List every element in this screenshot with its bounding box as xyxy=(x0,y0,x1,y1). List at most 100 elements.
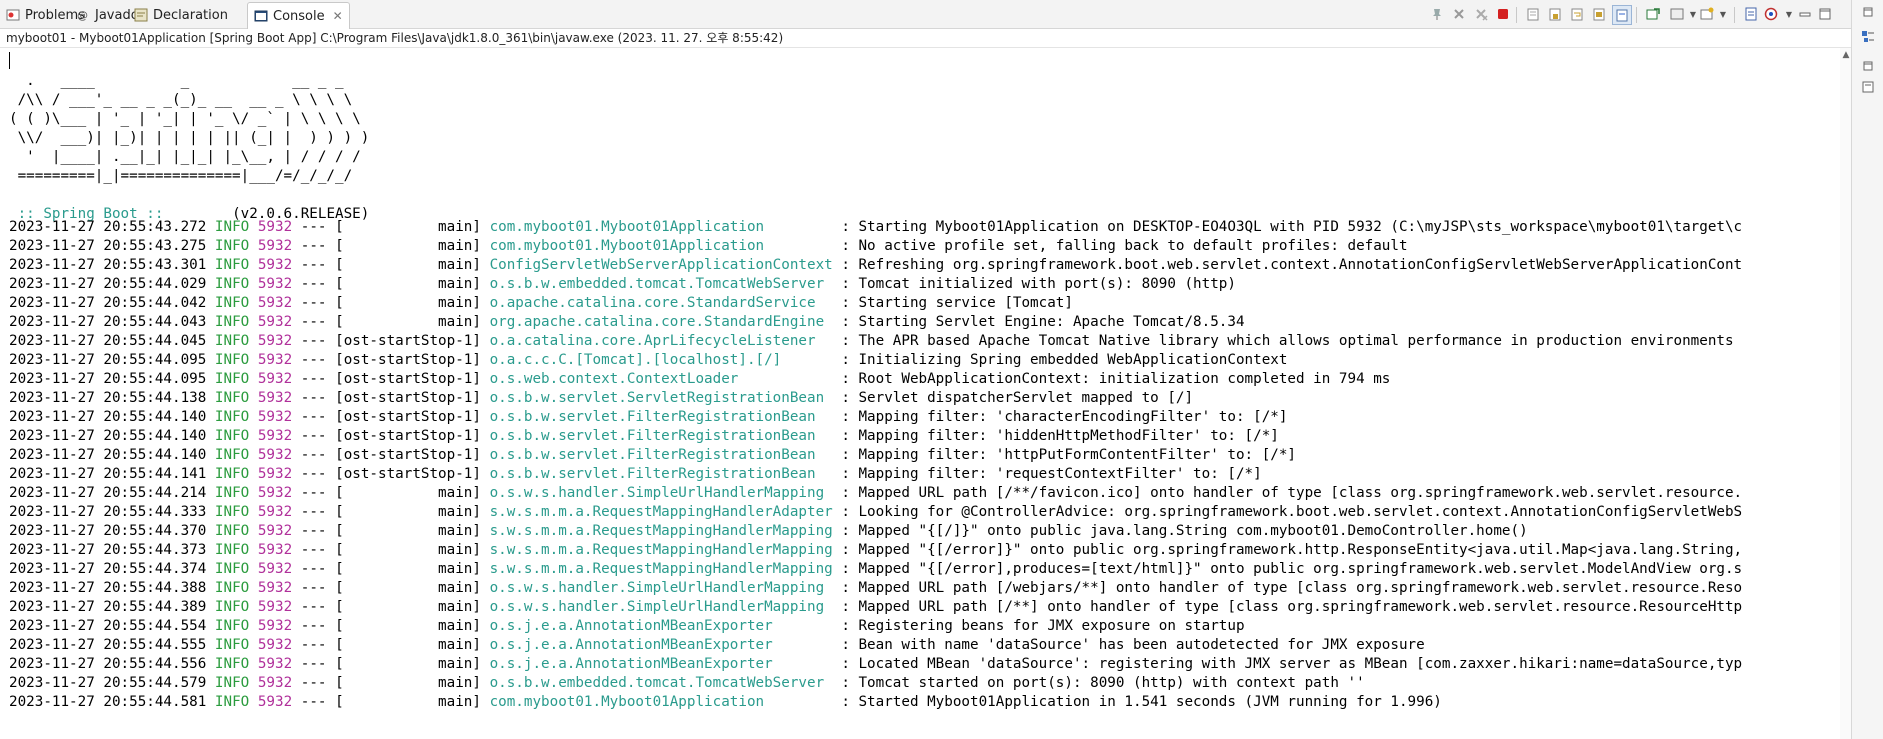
log-level: INFO xyxy=(214,656,250,672)
log-pid: 5932 xyxy=(257,314,293,330)
log-message: : Started Myboot01Application in 1.541 s… xyxy=(832,694,1442,710)
log-thread: [ main] xyxy=(335,276,481,292)
display-selected-console-icon[interactable] xyxy=(1644,5,1662,23)
text-caret xyxy=(9,52,10,69)
log-pid: 5932 xyxy=(257,542,293,558)
restore-icon[interactable] xyxy=(1859,4,1877,22)
console-output[interactable]: . ____ _ __ _ _ /\\ / ___'_ __ _ _(_)_ _… xyxy=(0,48,1840,739)
log-level: INFO xyxy=(214,542,250,558)
log-date: 2023-11-27 20:55:44.043 xyxy=(9,314,207,330)
log-level: INFO xyxy=(214,447,250,463)
log-message: : Mapping filter: 'requestContextFilter'… xyxy=(832,466,1262,482)
log-logger: o.apache.catalina.core.StandardService xyxy=(489,295,833,311)
log-thread: [ main] xyxy=(335,580,481,596)
show-on-stdout-icon[interactable] xyxy=(1590,5,1608,23)
log-level: INFO xyxy=(214,333,250,349)
chevron-down-icon[interactable]: ▼ xyxy=(1714,5,1732,23)
log-pid: 5932 xyxy=(257,466,293,482)
log-thread: [ main] xyxy=(335,523,481,539)
task-list-icon[interactable] xyxy=(1859,78,1877,96)
log-line: 2023-11-27 20:55:44.388 INFO 5932 --- [ … xyxy=(9,579,1742,598)
log-logger: com.myboot01.Myboot01Application xyxy=(489,238,833,254)
terminate-all-icon[interactable] xyxy=(1450,5,1468,23)
log-line: 2023-11-27 20:55:44.373 INFO 5932 --- [ … xyxy=(9,541,1742,560)
log-date: 2023-11-27 20:55:44.374 xyxy=(9,561,207,577)
log-line: 2023-11-27 20:55:44.095 INFO 5932 --- [o… xyxy=(9,370,1742,389)
log-logger: ConfigServletWebServerApplicationContext xyxy=(489,257,833,273)
outline-view-icon[interactable] xyxy=(1859,28,1877,46)
scroll-up-icon[interactable]: ▲ xyxy=(1841,50,1851,60)
log-pid: 5932 xyxy=(257,523,293,539)
log-thread: [ main] xyxy=(335,637,481,653)
log-date: 2023-11-27 20:55:43.301 xyxy=(9,257,207,273)
clear-console-icon[interactable] xyxy=(1524,5,1542,23)
log-logger: o.s.b.w.servlet.FilterRegistrationBean xyxy=(489,447,833,463)
log-separator: --- xyxy=(300,580,327,596)
log-line: 2023-11-27 20:55:44.214 INFO 5932 --- [ … xyxy=(9,484,1742,503)
close-icon[interactable]: ✕ xyxy=(333,9,343,23)
tab-problems[interactable]: Problems xyxy=(6,3,85,27)
problems-icon xyxy=(6,8,20,22)
tab-console[interactable]: Console ✕ xyxy=(247,2,350,29)
log-separator: --- xyxy=(300,618,327,634)
log-logger: s.w.s.m.m.a.RequestMappingHandlerAdapter xyxy=(489,504,833,520)
log-level: INFO xyxy=(214,276,250,292)
log-pid: 5932 xyxy=(257,390,293,406)
log-thread: [ main] xyxy=(335,485,481,501)
log-message: : Looking for @ControllerAdvice: org.spr… xyxy=(832,504,1743,520)
log-thread: [ main] xyxy=(335,314,481,330)
log-level: INFO xyxy=(214,219,250,235)
log-level: INFO xyxy=(214,523,250,539)
log-logger: o.s.j.e.a.AnnotationMBeanExporter xyxy=(489,637,833,653)
log-pid: 5932 xyxy=(257,637,293,653)
open-in-editor-icon[interactable] xyxy=(1742,5,1760,23)
log-pid: 5932 xyxy=(257,219,293,235)
log-line: 2023-11-27 20:55:44.140 INFO 5932 --- [o… xyxy=(9,446,1742,465)
log-date: 2023-11-27 20:55:43.272 xyxy=(9,219,207,235)
word-wrap-icon[interactable] xyxy=(1568,5,1586,23)
log-message: : Mapped URL path [/**] onto handler of … xyxy=(832,599,1743,615)
log-line: 2023-11-27 20:55:44.555 INFO 5932 --- [ … xyxy=(9,636,1742,655)
log-logger: o.s.w.s.handler.SimpleUrlHandlerMapping xyxy=(489,485,833,501)
log-level: INFO xyxy=(214,675,250,691)
tab-declaration[interactable]: Declaration xyxy=(134,3,228,27)
minimize-icon[interactable] xyxy=(1796,5,1814,23)
log-separator: --- xyxy=(300,428,327,444)
log-level: INFO xyxy=(214,371,250,387)
log-date: 2023-11-27 20:55:44.389 xyxy=(9,599,207,615)
log-thread: [ main] xyxy=(335,238,481,254)
log-logger: o.s.b.w.servlet.FilterRegistrationBean xyxy=(489,466,833,482)
log-thread: [ main] xyxy=(335,219,481,235)
log-message: : No active profile set, falling back to… xyxy=(832,238,1408,254)
log-date: 2023-11-27 20:55:44.373 xyxy=(9,542,207,558)
log-logger: o.a.c.c.C.[Tomcat].[localhost].[/] xyxy=(489,352,833,368)
show-on-stderr-icon[interactable] xyxy=(1612,5,1632,25)
log-separator: --- xyxy=(300,219,327,235)
log-logger: o.s.b.w.embedded.tomcat.TomcatWebServer xyxy=(489,675,833,691)
maximize-icon[interactable] xyxy=(1816,5,1834,23)
log-separator: --- xyxy=(300,238,327,254)
log-message: : Tomcat started on port(s): 8090 (http)… xyxy=(832,675,1365,691)
log-logger: com.myboot01.Myboot01Application xyxy=(489,219,833,235)
log-level: INFO xyxy=(214,257,250,273)
debug-icon[interactable] xyxy=(1762,5,1780,23)
log-thread: [ost-startStop-1] xyxy=(335,447,481,463)
view-tab-bar: Problems @ Javadoc Declaration Console ✕ xyxy=(0,0,1851,29)
log-pid: 5932 xyxy=(257,295,293,311)
pin-console-icon[interactable] xyxy=(1428,5,1446,23)
launch-info-label: myboot01 - Myboot01Application [Spring B… xyxy=(0,29,1857,48)
log-separator: --- xyxy=(300,485,327,501)
log-date: 2023-11-27 20:55:44.095 xyxy=(9,371,207,387)
remove-all-terminated-icon[interactable] xyxy=(1472,5,1490,23)
restore-icon[interactable] xyxy=(1859,58,1877,76)
log-logger: o.s.w.s.handler.SimpleUrlHandlerMapping xyxy=(489,599,833,615)
log-level: INFO xyxy=(214,314,250,330)
log-date: 2023-11-27 20:55:44.388 xyxy=(9,580,207,596)
terminate-icon[interactable] xyxy=(1494,5,1512,23)
log-pid: 5932 xyxy=(257,238,293,254)
log-pid: 5932 xyxy=(257,618,293,634)
vertical-scrollbar[interactable]: ▲ xyxy=(1840,48,1851,739)
log-thread: [ost-startStop-1] xyxy=(335,333,481,349)
log-line: 2023-11-27 20:55:43.275 INFO 5932 --- [ … xyxy=(9,237,1742,256)
scroll-lock-icon[interactable] xyxy=(1546,5,1564,23)
